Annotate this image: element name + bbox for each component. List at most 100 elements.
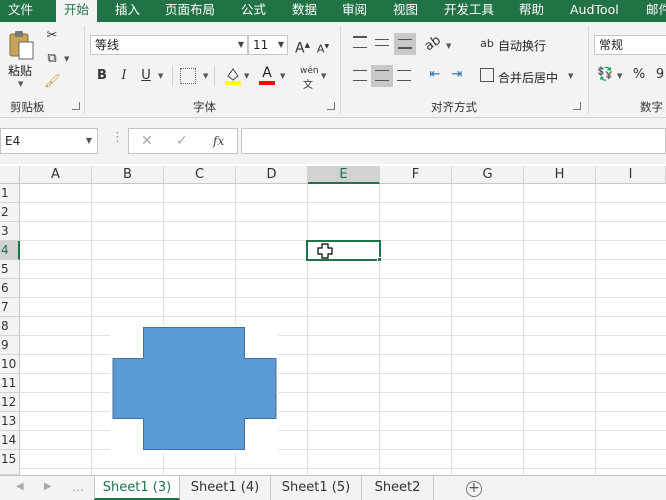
column-header-a[interactable]: A (20, 166, 92, 184)
tab-data[interactable]: 数据 (292, 0, 317, 22)
tab-audtool[interactable]: AudTool (570, 0, 619, 22)
format-painter-icon[interactable]: 🖌 (44, 74, 61, 90)
sheet-tab-4[interactable]: Sheet2 (362, 476, 434, 500)
number-format-select[interactable]: 常规 (594, 35, 666, 55)
row-header-8[interactable]: 8 (0, 317, 20, 336)
row-header-15[interactable]: 15 (0, 450, 20, 475)
tab-file[interactable]: 文件 (8, 0, 33, 22)
paste-label[interactable]: 粘贴 (8, 62, 32, 79)
sheet-tab-2[interactable]: Sheet1 (4) (180, 476, 271, 500)
accounting-format-icon[interactable]: 💱 (597, 67, 613, 83)
percent-button[interactable]: % (632, 67, 646, 83)
clipboard-launcher-icon[interactable] (72, 102, 80, 110)
confirm-icon[interactable]: ✓ (176, 133, 188, 149)
font-size-select[interactable]: 11 ▼ (248, 35, 288, 55)
font-name-select[interactable]: 等线 ▼ (90, 35, 248, 55)
row-header-6[interactable]: 6 (0, 279, 20, 298)
row-header-11[interactable]: 11 (0, 374, 20, 393)
row-header-5[interactable]: 5 (0, 260, 20, 279)
next-sheet-icon[interactable]: ▶ (44, 481, 52, 492)
align-center-button[interactable] (371, 65, 393, 87)
tab-mail[interactable]: 邮件 (646, 0, 666, 22)
column-header-c[interactable]: C (164, 166, 236, 184)
row-header-4[interactable]: 4 (0, 241, 20, 260)
shrink-font-icon[interactable]: A▼ (316, 39, 330, 58)
underline-button[interactable]: U (140, 68, 152, 84)
font-color-icon[interactable]: A (258, 66, 276, 86)
select-all-corner[interactable] (0, 166, 20, 184)
align-middle-icon[interactable] (375, 39, 389, 46)
decrease-indent-icon[interactable]: ⇤ (427, 67, 443, 83)
copy-icon[interactable]: ⧉ (44, 51, 60, 67)
comma-button[interactable]: 9 (654, 67, 666, 83)
align-bottom-button[interactable] (394, 33, 416, 55)
cut-icon[interactable]: ✂ (44, 28, 60, 44)
gridline (595, 184, 596, 475)
tab-help[interactable]: 帮助 (519, 0, 544, 22)
row-header-9[interactable]: 9 (0, 336, 20, 355)
cross-shape[interactable] (112, 327, 277, 451)
borders-icon[interactable] (180, 68, 196, 84)
copy-dropdown-icon[interactable]: ▼ (64, 55, 69, 63)
wrap-text-button[interactable]: 自动换行 (498, 37, 546, 54)
increase-indent-icon[interactable]: ⇥ (449, 67, 465, 83)
row-header-7[interactable]: 7 (0, 298, 20, 317)
row-header-10[interactable]: 10 (0, 355, 20, 374)
bold-button[interactable]: B (96, 68, 108, 84)
fill-handle[interactable] (377, 257, 382, 262)
fill-color-dropdown-icon[interactable]: ▼ (244, 72, 249, 80)
row-header-14[interactable]: 14 (0, 431, 20, 450)
merge-dropdown-icon[interactable]: ▼ (568, 72, 573, 80)
font-color-dropdown-icon[interactable]: ▼ (280, 72, 285, 80)
tab-review[interactable]: 审阅 (342, 0, 367, 22)
row-header-2[interactable]: 2 (0, 203, 20, 222)
alignment-launcher-icon[interactable] (573, 102, 581, 110)
column-header-e[interactable]: E (308, 166, 380, 184)
add-sheet-icon[interactable]: + (466, 481, 482, 497)
accounting-dropdown-icon[interactable]: ▼ (617, 72, 622, 80)
column-header-i[interactable]: I (596, 166, 666, 184)
column-header-f[interactable]: F (380, 166, 452, 184)
row-header-12[interactable]: 12 (0, 393, 20, 412)
chevron-down-icon[interactable]: ▼ (86, 129, 92, 153)
tab-view[interactable]: 视图 (393, 0, 418, 22)
fill-color-icon[interactable] (224, 66, 242, 86)
grow-font-icon[interactable]: A▲ (295, 37, 310, 57)
align-right-icon[interactable] (397, 70, 411, 81)
orientation-dropdown-icon[interactable]: ▼ (446, 42, 451, 50)
tab-developer[interactable]: 开发工具 (444, 0, 494, 22)
sheet-tab-1[interactable]: Sheet1 (3) (94, 476, 180, 500)
paste-icon[interactable] (7, 30, 35, 60)
merge-center-button[interactable]: 合并后居中 (498, 69, 558, 86)
font-launcher-icon[interactable] (327, 102, 335, 110)
row-header-13[interactable]: 13 (0, 412, 20, 431)
row-header-1[interactable]: 1 (0, 184, 20, 203)
wrap-text-icon[interactable]: ab (480, 36, 494, 52)
tab-home[interactable]: 开始 (56, 0, 98, 22)
row-header-3[interactable]: 3 (0, 222, 20, 241)
formula-input[interactable] (241, 128, 666, 154)
cancel-icon[interactable]: ✕ (141, 133, 153, 149)
name-box[interactable]: E4 ▼ (0, 128, 98, 154)
align-left-icon[interactable] (353, 70, 367, 81)
tab-page-layout[interactable]: 页面布局 (165, 0, 215, 22)
borders-dropdown-icon[interactable]: ▼ (203, 72, 208, 80)
paste-dropdown-icon[interactable]: ▼ (18, 80, 23, 88)
column-header-d[interactable]: D (236, 166, 308, 184)
insert-function-icon[interactable]: fx (213, 134, 224, 148)
underline-dropdown-icon[interactable]: ▼ (158, 72, 163, 80)
column-header-g[interactable]: G (452, 166, 524, 184)
align-top-icon[interactable] (353, 36, 367, 48)
phonetic-guide-icon[interactable]: wén (300, 66, 319, 76)
italic-button[interactable]: I (118, 68, 130, 84)
more-sheets-icon[interactable]: … (72, 480, 84, 494)
sheet-tab-3[interactable]: Sheet1 (5) (271, 476, 362, 500)
phonetic-dropdown-icon[interactable]: ▼ (321, 72, 326, 80)
merge-center-icon[interactable] (480, 68, 494, 82)
prev-sheet-icon[interactable]: ◀ (16, 481, 24, 492)
column-header-h[interactable]: H (524, 166, 596, 184)
tab-insert[interactable]: 插入 (115, 0, 140, 22)
column-header-b[interactable]: B (92, 166, 164, 184)
tab-formulas[interactable]: 公式 (241, 0, 266, 22)
font-size-value: 11 (253, 38, 269, 52)
